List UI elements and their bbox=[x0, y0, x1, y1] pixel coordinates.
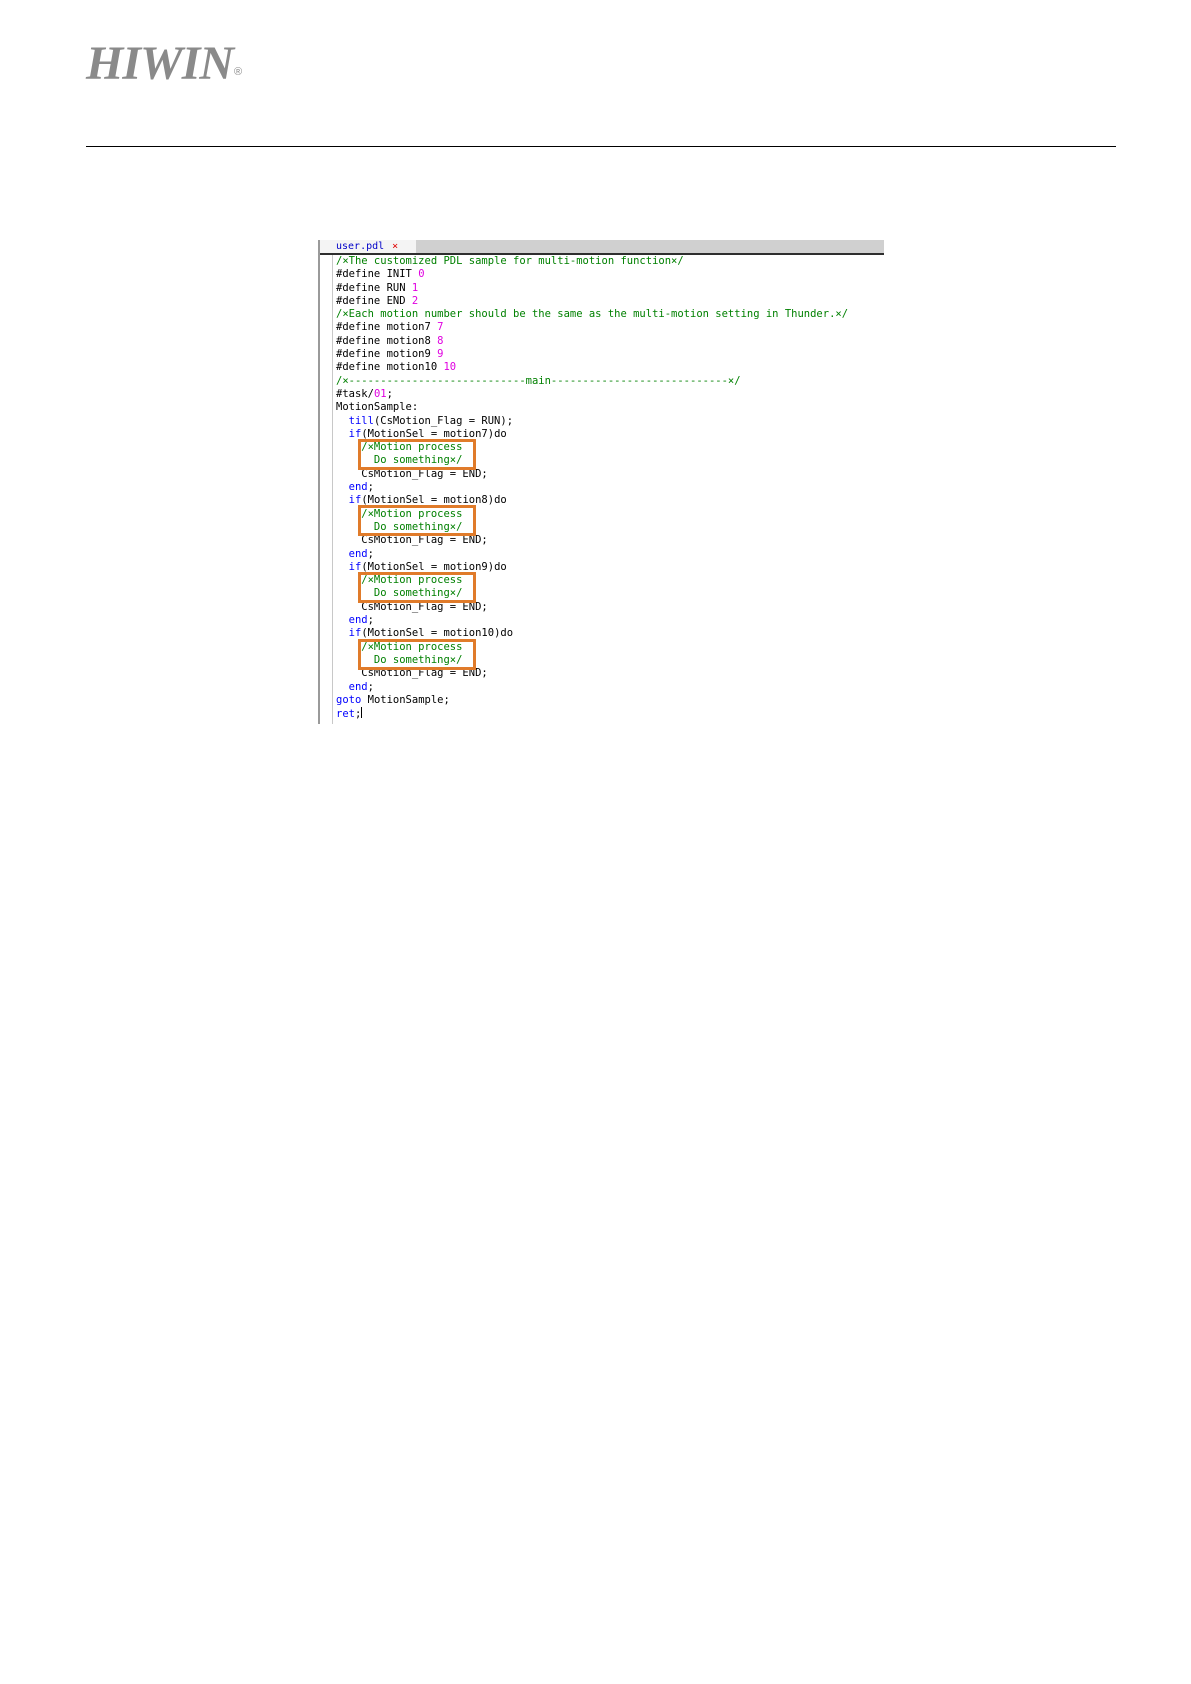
code-token: 9 bbox=[437, 348, 444, 361]
code-line: #define motion9 9 bbox=[336, 348, 884, 361]
code-token: ret bbox=[336, 708, 355, 721]
code-token: end bbox=[348, 481, 368, 494]
code-token: #define RUN bbox=[336, 281, 412, 294]
code-line: goto MotionSample; bbox=[336, 694, 884, 707]
code-token: 0 bbox=[418, 268, 425, 281]
code-token: if bbox=[348, 627, 362, 640]
code-token: end bbox=[348, 614, 368, 627]
highlight-box-motion9 bbox=[358, 572, 476, 603]
code-token: ; bbox=[386, 387, 393, 400]
code-token: 01 bbox=[373, 387, 387, 400]
registered-mark: ® bbox=[234, 66, 242, 78]
code-line: /×Each motion number should be the same … bbox=[336, 308, 884, 321]
highlight-box-motion8 bbox=[358, 505, 476, 536]
code-token: 7 bbox=[437, 321, 444, 334]
code-token: ; bbox=[367, 547, 374, 560]
code-line: #define INIT 0 bbox=[336, 268, 884, 281]
code-token: ; bbox=[367, 614, 374, 627]
code-line: ret; bbox=[336, 707, 884, 720]
close-icon[interactable]: × bbox=[392, 241, 398, 252]
highlight-box-motion10 bbox=[358, 639, 476, 670]
code-line: #task/01; bbox=[336, 388, 884, 401]
code-token: ; bbox=[367, 680, 374, 693]
code-token: #define END bbox=[336, 294, 412, 307]
code-token: CsMotion_Flag = END; bbox=[336, 534, 488, 547]
code-line: end; bbox=[336, 614, 884, 627]
hiwin-logo: HIWIN® bbox=[86, 37, 242, 90]
code-line: #define motion7 7 bbox=[336, 321, 884, 334]
code-token: #define INIT bbox=[336, 268, 419, 281]
code-token: end bbox=[348, 547, 368, 560]
code-token: 10 bbox=[443, 361, 457, 374]
code-line: #define RUN 1 bbox=[336, 282, 884, 295]
highlight-box-motion7 bbox=[358, 439, 476, 470]
code-token: /×The customized PDL sample for multi-mo… bbox=[336, 255, 684, 267]
code-line: till(CsMotion_Flag = RUN); bbox=[336, 415, 884, 428]
logo-text: HIWIN bbox=[86, 37, 234, 90]
code-line: /×----------------------------main------… bbox=[336, 375, 884, 388]
code-token: #define motion8 bbox=[336, 334, 438, 347]
tab-user-pdl[interactable]: user.pdl × bbox=[320, 240, 416, 253]
code-token: #task/ bbox=[336, 387, 374, 400]
code-line: MotionSample: bbox=[336, 401, 884, 414]
code-token: (CsMotion_Flag = RUN); bbox=[373, 414, 514, 427]
code-line: #define motion8 8 bbox=[336, 335, 884, 348]
code-token: /×Each motion number should be the same … bbox=[336, 308, 849, 321]
code-token: #define motion9 bbox=[336, 348, 438, 361]
code-token: end bbox=[348, 680, 368, 693]
editor-tab-bar: user.pdl × bbox=[320, 240, 884, 255]
header-divider bbox=[86, 146, 1116, 147]
tab-label: user.pdl bbox=[336, 241, 385, 252]
code-line: #define motion10 10 bbox=[336, 361, 884, 374]
code-line: end; bbox=[336, 481, 884, 494]
code-token: till bbox=[348, 414, 374, 427]
code-token: 8 bbox=[437, 334, 444, 347]
code-token: 2 bbox=[411, 294, 419, 307]
text-cursor bbox=[361, 707, 363, 719]
code-line: end; bbox=[336, 548, 884, 561]
code-token: #define motion7 bbox=[336, 321, 438, 334]
code-token: goto bbox=[336, 693, 362, 706]
code-line: end; bbox=[336, 681, 884, 694]
code-token: MotionSample; bbox=[361, 693, 450, 706]
code-token: ; bbox=[367, 481, 374, 494]
code-line: #define END 2 bbox=[336, 295, 884, 308]
code-editor[interactable]: user.pdl × /×The customized PDL sample fo… bbox=[318, 240, 884, 724]
editor-gutter bbox=[320, 255, 333, 724]
code-token: 1 bbox=[411, 281, 419, 294]
code-token: (MotionSel = motion10)do bbox=[361, 627, 514, 640]
code-token: MotionSample: bbox=[336, 401, 419, 414]
code-token: /×----------------------------main------… bbox=[336, 374, 741, 387]
code-token: #define motion10 bbox=[336, 361, 444, 374]
code-line: /×The customized PDL sample for multi-mo… bbox=[336, 255, 884, 268]
code-line: CsMotion_Flag = END; bbox=[336, 534, 884, 547]
